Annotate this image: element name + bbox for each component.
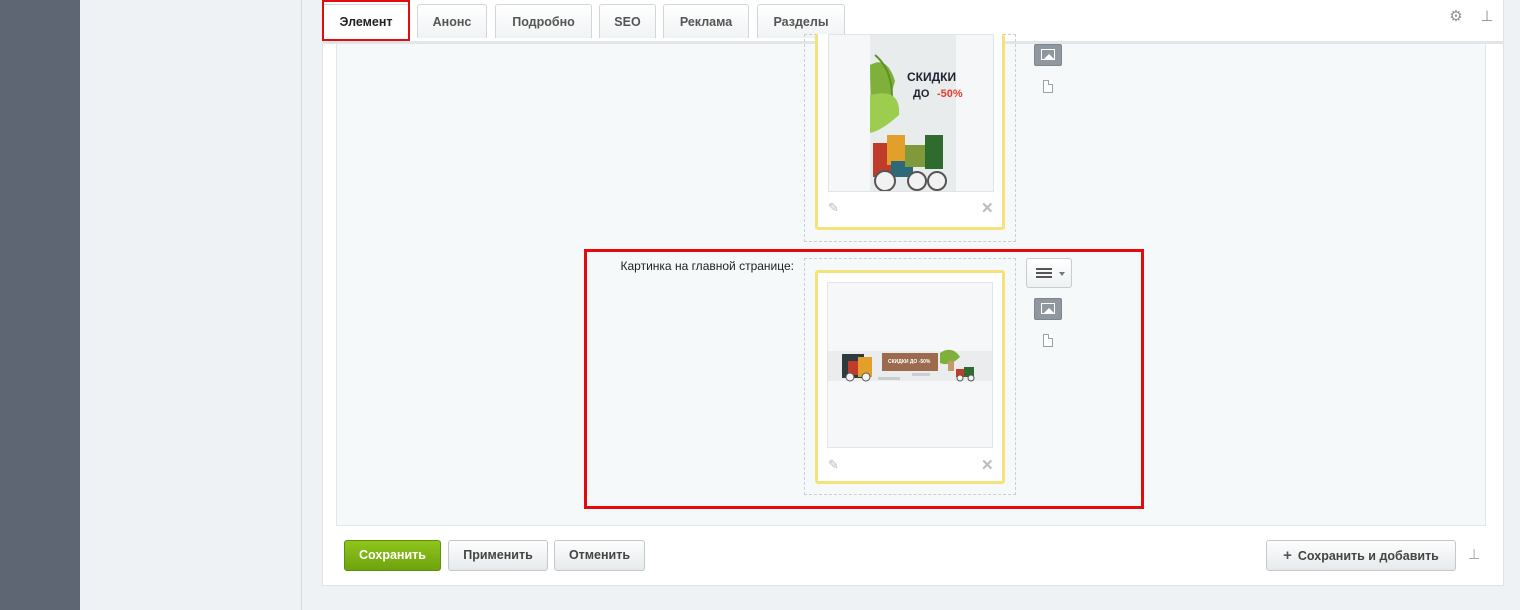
image-mode-icon[interactable] bbox=[1034, 298, 1062, 320]
cancel-button[interactable]: Отменить bbox=[554, 540, 645, 571]
image-card-main: СКИДКИ ДО -50% ✎ ✕ bbox=[815, 270, 1005, 484]
image-card-upper: СКИДКИ ДО -50% ✎ ✕ bbox=[815, 34, 1005, 230]
chevron-down-icon bbox=[1059, 272, 1065, 276]
plus-icon: + bbox=[1283, 547, 1292, 564]
tab-ads[interactable]: Реклама bbox=[663, 4, 749, 38]
banner-line2: ДО bbox=[913, 88, 930, 100]
left-rail bbox=[0, 0, 80, 610]
image-menu-button[interactable] bbox=[1026, 258, 1072, 288]
horizontal-banner-image: СКИДКИ ДО -50% bbox=[828, 349, 992, 382]
tab-announce[interactable]: Анонс bbox=[417, 4, 487, 38]
pin-icon[interactable]: ⊥ bbox=[1478, 8, 1496, 26]
pencil-icon[interactable]: ✎ bbox=[828, 457, 839, 473]
tab-element[interactable]: Элемент bbox=[322, 4, 410, 42]
vertical-banner-image: СКИДКИ ДО -50% bbox=[870, 35, 963, 191]
close-icon[interactable]: ✕ bbox=[981, 199, 994, 217]
save-button[interactable]: Сохранить bbox=[344, 540, 441, 571]
gear-icon[interactable]: ⚙ bbox=[1447, 8, 1465, 26]
pin-icon[interactable]: ⊥ bbox=[1468, 546, 1480, 563]
banner-line1: СКИДКИ bbox=[907, 70, 956, 84]
close-icon[interactable]: ✕ bbox=[981, 456, 994, 474]
field-label-main-image: Картинка на главной странице: bbox=[620, 259, 794, 273]
save-and-add-label: Сохранить и добавить bbox=[1297, 549, 1439, 563]
save-and-add-button[interactable]: + Сохранить и добавить bbox=[1266, 540, 1456, 571]
image-mode-icon[interactable] bbox=[1034, 44, 1062, 66]
horizontal-banner-text: СКИДКИ ДО -50% bbox=[888, 359, 931, 365]
banner-discount: -50% bbox=[937, 88, 963, 100]
side-panel bbox=[80, 0, 302, 610]
tab-seo[interactable]: SEO bbox=[599, 4, 656, 38]
file-icon[interactable] bbox=[1043, 80, 1053, 93]
image-preview-upper[interactable]: СКИДКИ ДО -50% bbox=[828, 34, 994, 192]
tab-sections[interactable]: Разделы bbox=[757, 4, 845, 38]
tab-details[interactable]: Подробно bbox=[495, 4, 592, 38]
image-preview-main[interactable]: СКИДКИ ДО -50% bbox=[827, 282, 993, 448]
menu-icon bbox=[1036, 268, 1052, 278]
pencil-icon[interactable]: ✎ bbox=[828, 200, 839, 216]
apply-button[interactable]: Применить bbox=[448, 540, 548, 571]
file-icon[interactable] bbox=[1043, 334, 1053, 347]
